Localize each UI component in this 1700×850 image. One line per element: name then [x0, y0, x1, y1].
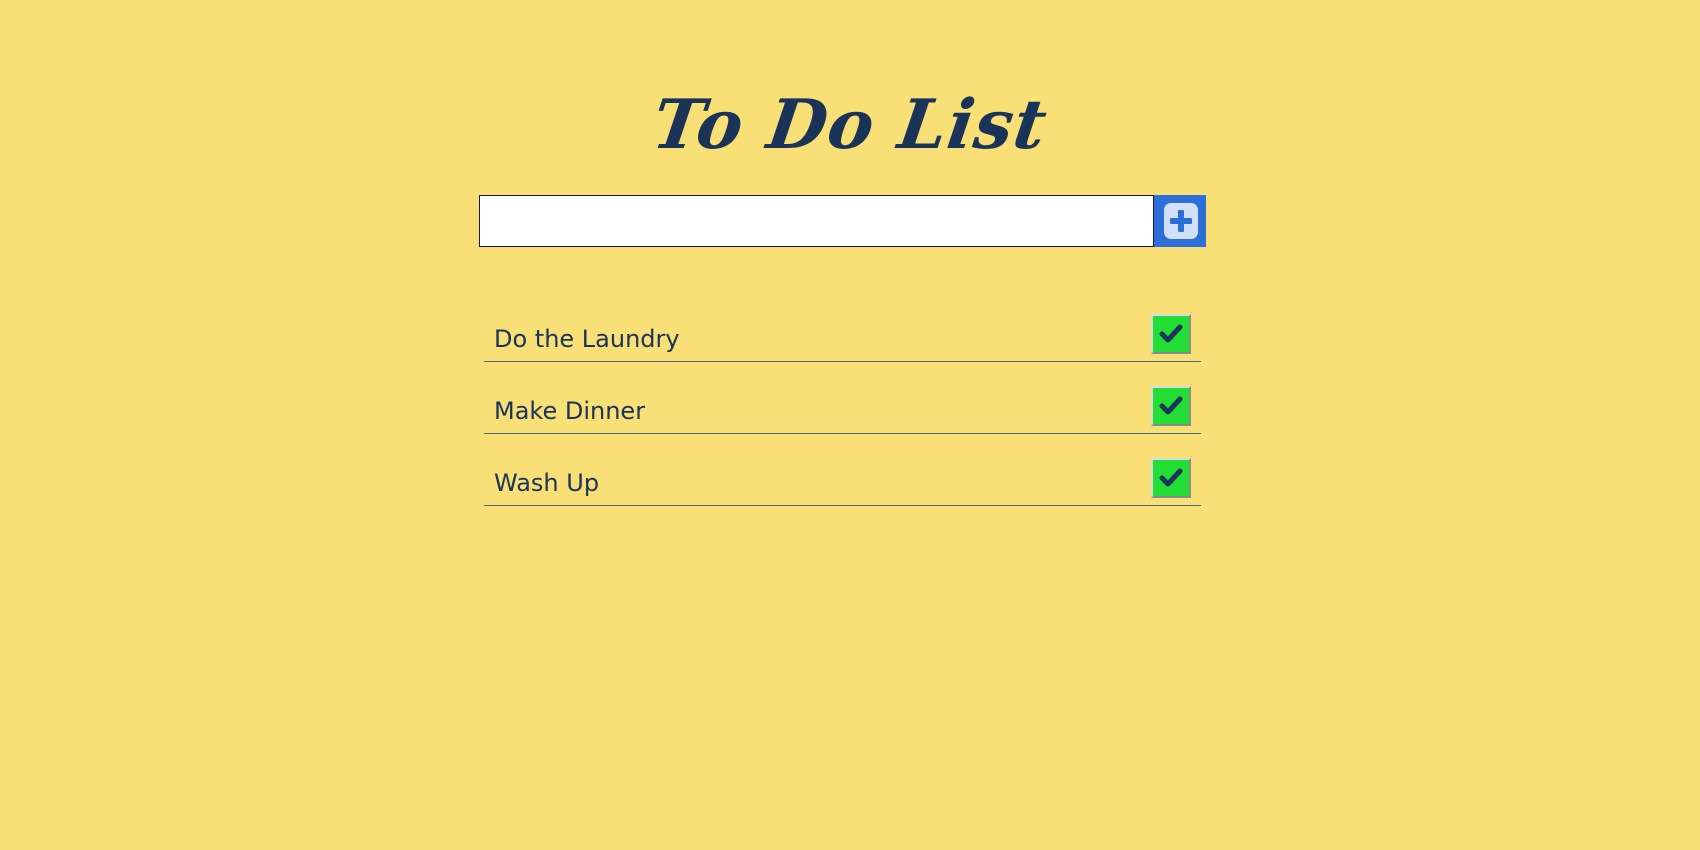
divider [484, 505, 1201, 506]
checkmark-icon [1159, 324, 1183, 343]
complete-task-button[interactable] [1151, 386, 1191, 426]
task-label: Do the Laundry [494, 325, 680, 353]
task-label: Make Dinner [494, 397, 646, 425]
divider [484, 433, 1201, 434]
task-input[interactable] [479, 195, 1154, 247]
plus-icon [1164, 203, 1198, 239]
checkmark-icon [1159, 468, 1183, 487]
divider [484, 361, 1201, 362]
complete-task-button[interactable] [1151, 314, 1191, 354]
complete-task-button[interactable] [1151, 458, 1191, 498]
page-title: To Do List [647, 84, 1053, 165]
list-item: Do the Laundry [484, 310, 1201, 382]
list-item: Make Dinner [484, 382, 1201, 454]
checkmark-icon [1159, 396, 1183, 415]
list-item: Wash Up [484, 454, 1201, 526]
task-label: Wash Up [494, 469, 600, 497]
task-list: Do the Laundry Make Dinner Wash Up [484, 310, 1201, 526]
add-task-button[interactable] [1154, 195, 1206, 247]
add-task-form [479, 195, 1206, 247]
